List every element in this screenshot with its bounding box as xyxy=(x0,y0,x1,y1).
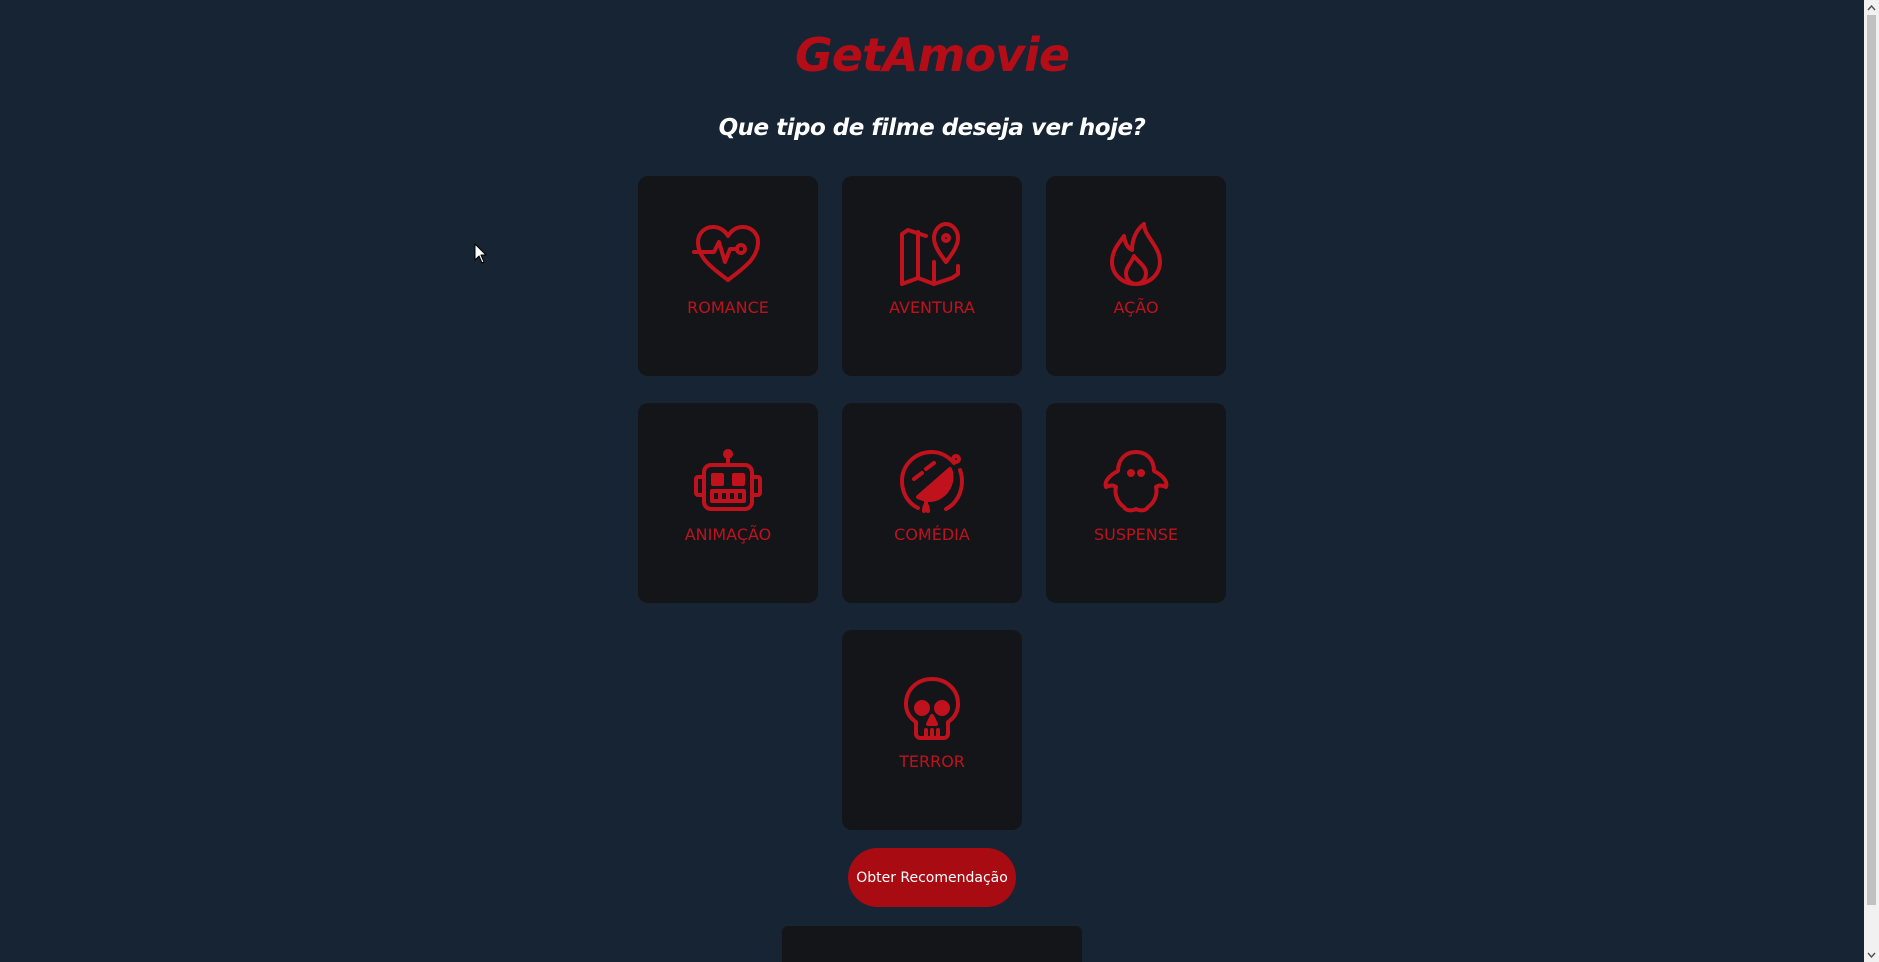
scroll-down-icon[interactable] xyxy=(1864,947,1879,962)
map-pin-icon xyxy=(895,222,969,286)
get-recommendation-button[interactable]: Obter Recomendação xyxy=(848,848,1016,907)
genre-label: ANIMAÇÃO xyxy=(684,525,772,544)
page: GetAmovie Que tipo de filme deseja ver h… xyxy=(0,0,1864,962)
genre-label: AVENTURA xyxy=(889,298,975,317)
genre-card-comedia[interactable]: COMÉDIA xyxy=(842,403,1022,603)
flame-icon xyxy=(1099,222,1173,286)
genre-card-acao[interactable]: AÇÃO xyxy=(1046,176,1226,376)
recommendation-panel xyxy=(782,926,1082,962)
scroll-up-icon[interactable] xyxy=(1864,0,1879,15)
genre-card-animacao[interactable]: ANIMAÇÃO xyxy=(638,403,818,603)
skull-icon xyxy=(895,676,969,740)
app-logo[interactable]: GetAmovie xyxy=(0,22,1864,88)
genre-label: ROMANCE xyxy=(687,298,769,317)
genre-label: COMÉDIA xyxy=(894,525,970,544)
genre-card-romance[interactable]: ROMANCE xyxy=(638,176,818,376)
laughing-face-icon xyxy=(895,449,969,513)
scrollbar-thumb[interactable] xyxy=(1867,15,1876,905)
genre-label: SUSPENSE xyxy=(1093,525,1178,544)
heart-pulse-icon xyxy=(691,222,765,286)
genre-label: TERROR xyxy=(899,752,965,771)
genre-card-terror[interactable]: TERROR xyxy=(842,630,1022,830)
vertical-scrollbar[interactable] xyxy=(1864,0,1879,962)
genre-label: AÇÃO xyxy=(1113,298,1159,317)
mouse-cursor-icon xyxy=(474,243,488,265)
robot-icon xyxy=(691,449,765,513)
genre-card-aventura[interactable]: AVENTURA xyxy=(842,176,1022,376)
page-subtitle: Que tipo de filme deseja ver hoje? xyxy=(718,115,1146,141)
ghost-icon xyxy=(1099,449,1173,513)
genre-card-suspense[interactable]: SUSPENSE xyxy=(1046,403,1226,603)
